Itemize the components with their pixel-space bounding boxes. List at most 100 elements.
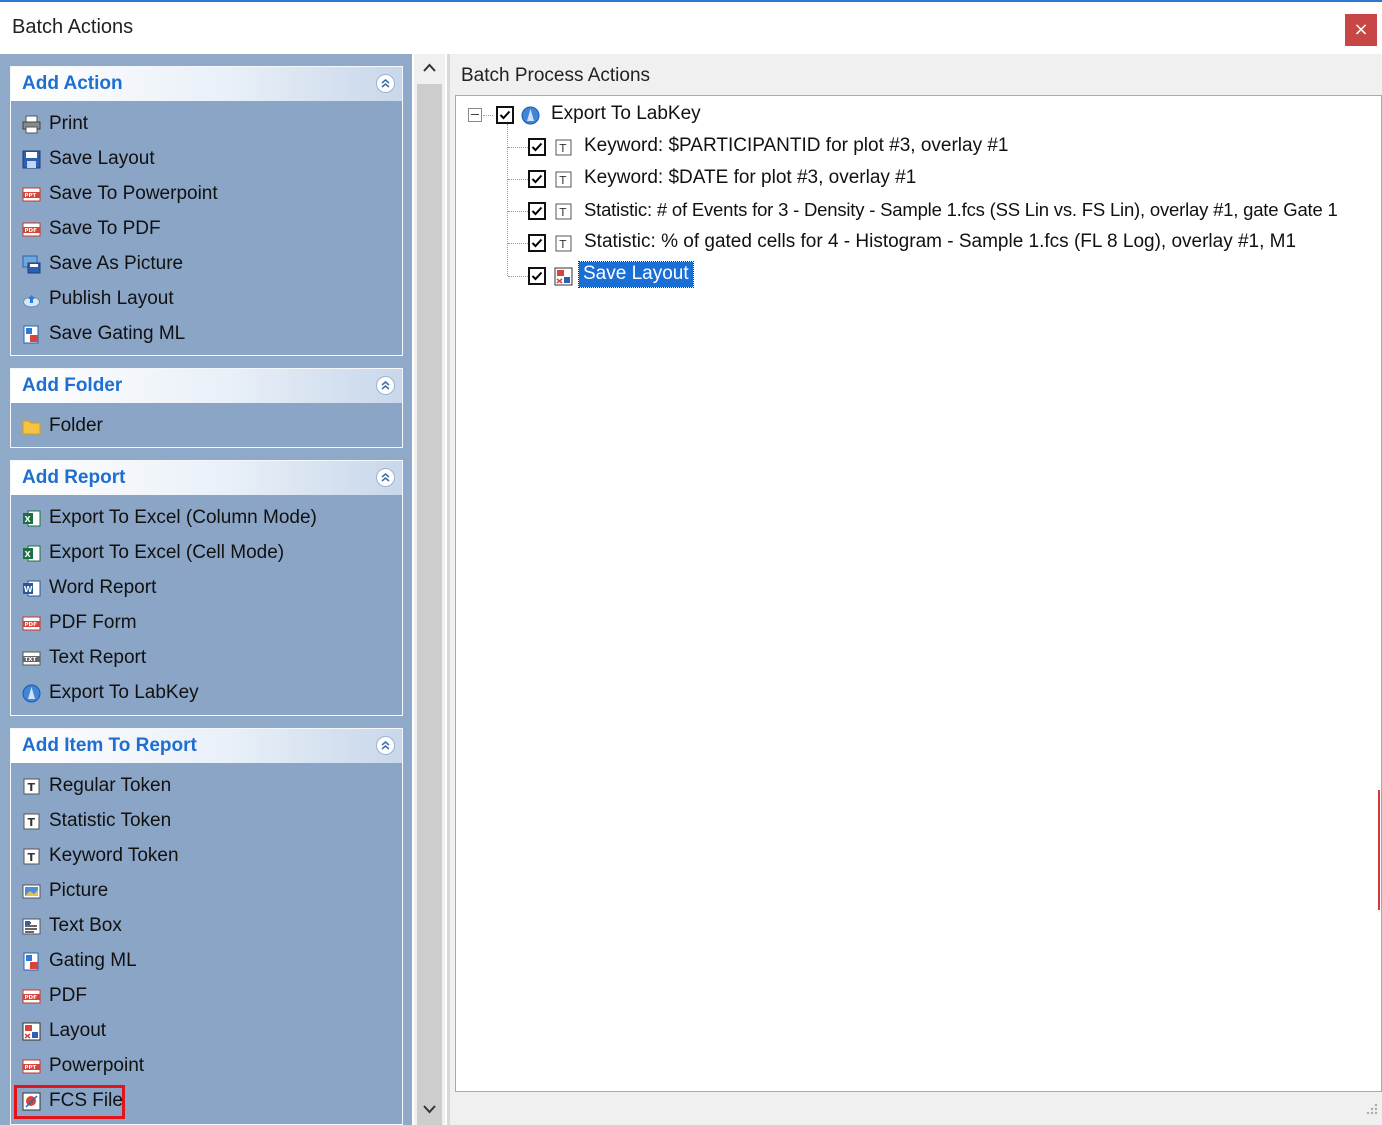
node-label: Statistic: # of Events for 3 - Density -… <box>584 199 1338 220</box>
item-label: PDF Form <box>49 612 137 633</box>
item-label: FCS File <box>49 1090 123 1111</box>
collapse-icon[interactable] <box>376 74 395 93</box>
group-title: Add Action <box>22 73 123 94</box>
collapse-node-icon[interactable] <box>468 108 482 122</box>
svg-text:W: W <box>24 585 33 594</box>
checkbox-checked[interactable] <box>528 267 546 285</box>
scroll-down-icon[interactable] <box>421 1100 438 1117</box>
item-pdf[interactable]: PDF PDF <box>11 979 402 1014</box>
word-icon: W <box>22 579 41 598</box>
ppt-icon: PPT <box>22 185 41 204</box>
tree-node[interactable]: T Statistic: # of Events for 3 - Density… <box>456 196 1381 226</box>
layout-icon <box>554 267 573 286</box>
item-text-report[interactable]: TXT Text Report <box>11 641 402 676</box>
item-label: Powerpoint <box>49 1055 145 1076</box>
item-export-excel-cell[interactable]: X Export To Excel (Cell Mode) <box>11 536 402 571</box>
printer-icon <box>22 115 41 134</box>
pdf-icon: PDF <box>22 220 41 239</box>
item-label: Folder <box>49 415 103 436</box>
item-save-layout[interactable]: Save Layout <box>11 142 402 177</box>
item-print[interactable]: Print <box>11 107 402 142</box>
item-export-excel-column[interactable]: X Export To Excel (Column Mode) <box>11 501 402 536</box>
group-title: Add Item To Report <box>22 735 197 756</box>
svg-text:PDF: PDF <box>25 622 38 628</box>
item-save-gating-ml[interactable]: Save Gating ML <box>11 317 402 352</box>
tree-node[interactable]: T Keyword: $DATE for plot #3, overlay #1 <box>456 164 1376 194</box>
item-save-as-picture[interactable]: Save As Picture <box>11 247 402 282</box>
txt-icon: TXT <box>22 649 41 668</box>
node-label: Save Layout <box>578 261 694 288</box>
svg-text:X: X <box>25 550 32 559</box>
tree-node[interactable]: T Keyword: $PARTICIPANTID for plot #3, o… <box>456 132 1376 162</box>
collapse-icon[interactable] <box>376 736 395 755</box>
item-word-report[interactable]: W Word Report <box>11 571 402 606</box>
item-label: Save As Picture <box>49 253 184 274</box>
group-header-add-action[interactable]: Add Action <box>11 67 402 101</box>
item-text-box[interactable]: Text Box <box>11 909 402 944</box>
item-save-to-powerpoint[interactable]: PPT Save To Powerpoint <box>11 177 402 212</box>
svg-text:T: T <box>559 206 567 219</box>
svg-text:PDF: PDF <box>25 995 38 1001</box>
svg-text:T: T <box>28 816 36 829</box>
item-label: Export To Excel (Column Mode) <box>49 507 317 528</box>
item-layout[interactable]: Layout <box>11 1014 402 1049</box>
token-icon: T <box>22 777 41 796</box>
item-label: Text Report <box>49 647 147 668</box>
token-icon: T <box>554 138 573 157</box>
close-button[interactable]: × <box>1345 14 1377 46</box>
group-title: Add Folder <box>22 375 123 396</box>
excel-icon: X <box>22 509 41 528</box>
item-keyword-token[interactable]: T Keyword Token <box>11 839 402 874</box>
tree-node[interactable]: T Statistic: % of gated cells for 4 - Hi… <box>456 228 1376 258</box>
item-label: Text Box <box>49 915 122 936</box>
item-label: Save To Powerpoint <box>49 183 218 204</box>
checkbox-checked[interactable] <box>496 106 514 124</box>
token-icon: T <box>554 234 573 253</box>
svg-text:T: T <box>559 238 567 251</box>
scroll-thumb[interactable] <box>417 84 442 1125</box>
actions-tree[interactable]: Export To LabKey T Keyword: $PARTICIPANT… <box>455 95 1382 1092</box>
checkbox-checked[interactable] <box>528 170 546 188</box>
item-powerpoint[interactable]: PPT Powerpoint <box>11 1049 402 1084</box>
item-folder[interactable]: Folder <box>11 409 402 444</box>
left-scrollbar[interactable] <box>414 54 445 1125</box>
svg-text:PPT: PPT <box>25 1065 37 1071</box>
node-label: Keyword: $DATE for plot #3, overlay #1 <box>584 167 917 188</box>
group-header-add-report[interactable]: Add Report <box>11 461 402 495</box>
checkbox-checked[interactable] <box>528 202 546 220</box>
layout-icon <box>22 1022 41 1041</box>
checkbox-checked[interactable] <box>528 138 546 156</box>
excel-icon: X <box>22 544 41 563</box>
folder-icon <box>22 417 41 436</box>
group-header-add-folder[interactable]: Add Folder <box>11 369 402 403</box>
title-bar: Batch Actions × <box>0 0 1382 54</box>
labkey-icon <box>22 684 41 703</box>
svg-text:TXT: TXT <box>25 657 37 663</box>
item-picture[interactable]: Picture <box>11 874 402 909</box>
tree-node-root[interactable]: Export To LabKey <box>456 100 856 130</box>
token-icon: T <box>22 812 41 831</box>
item-gating-ml[interactable]: Gating ML <box>11 944 402 979</box>
item-label: Save Gating ML <box>49 323 186 344</box>
window-edge-marker <box>1378 790 1380 910</box>
collapse-icon[interactable] <box>376 468 395 487</box>
item-regular-token[interactable]: T Regular Token <box>11 769 402 804</box>
item-save-to-pdf[interactable]: PDF Save To PDF <box>11 212 402 247</box>
item-publish-layout[interactable]: Publish Layout <box>11 282 402 317</box>
item-label: Keyword Token <box>49 845 179 866</box>
group-header-add-item-to-report[interactable]: Add Item To Report <box>11 729 402 763</box>
tree-node-selected[interactable]: Save Layout <box>456 261 856 291</box>
window-title: Batch Actions <box>12 16 134 38</box>
resize-grip-icon[interactable] <box>1364 1099 1378 1121</box>
item-export-labkey[interactable]: Export To LabKey <box>11 676 402 711</box>
item-pdf-form[interactable]: PDF PDF Form <box>11 606 402 641</box>
svg-text:PPT: PPT <box>25 193 37 199</box>
floppy-icon <box>22 150 41 169</box>
item-fcs-file[interactable]: FCS File <box>11 1084 402 1119</box>
item-statistic-token[interactable]: T Statistic Token <box>11 804 402 839</box>
svg-text:T: T <box>28 851 36 864</box>
checkbox-checked[interactable] <box>528 234 546 252</box>
svg-text:T: T <box>559 142 567 155</box>
collapse-icon[interactable] <box>376 376 395 395</box>
scroll-up-icon[interactable] <box>421 60 438 77</box>
